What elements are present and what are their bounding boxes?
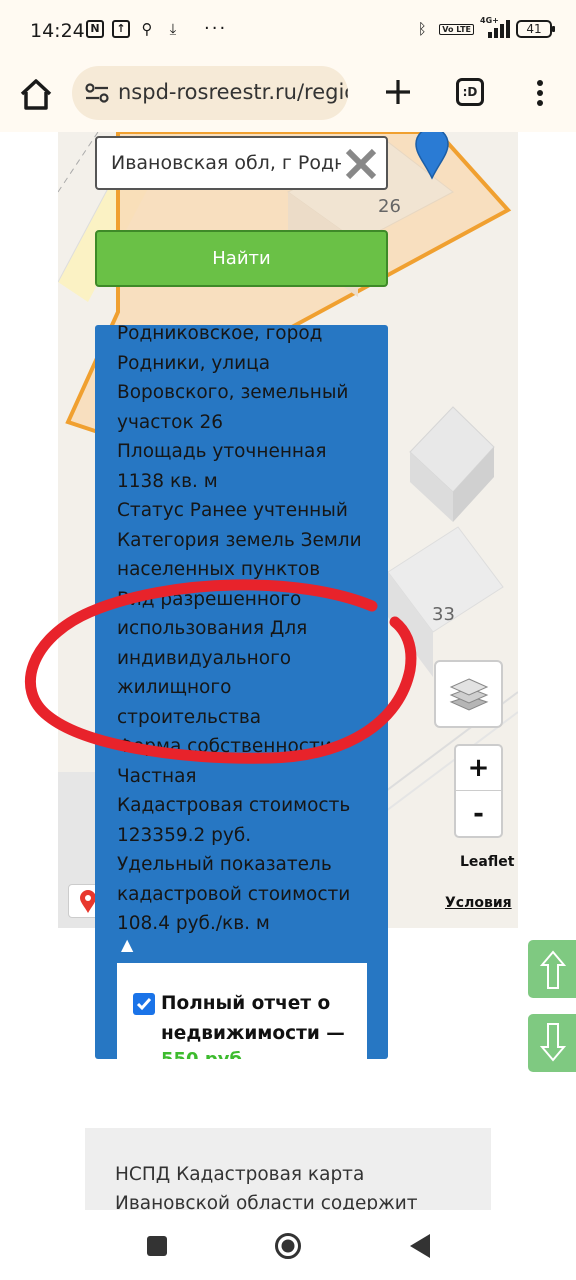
status-time: 14:24 [30, 20, 85, 42]
location-pin-icon[interactable] [412, 132, 452, 180]
parcel-info-panel[interactable]: Родниковское, город Родники, улица Воров… [95, 325, 388, 1059]
info-line: Удельный показатель [117, 854, 332, 875]
tab-switcher-button[interactable]: :D [456, 78, 484, 106]
find-button[interactable]: Найти [95, 230, 388, 287]
info-line: Вид разрешенного [117, 588, 302, 610]
checkmark-icon [136, 998, 152, 1011]
info-line: 1138 кв. м [117, 470, 218, 492]
info-line: Площадь уточненная [117, 441, 327, 462]
info-line: Родниковское, город [117, 325, 323, 344]
clear-search-icon[interactable] [343, 146, 379, 182]
info-line: Кадастровая стоимость [117, 795, 351, 816]
report-title: Полный отчет о недвижимости — [161, 993, 345, 1044]
info-line: Воровского, земельный [117, 382, 349, 403]
scroll-up-button[interactable] [528, 940, 576, 998]
plot-number-26: 26 [378, 196, 401, 217]
site-settings-icon[interactable] [84, 80, 110, 106]
address-search-input[interactable] [111, 148, 341, 178]
terms-link[interactable]: Условия [445, 895, 512, 911]
url-text: nspd-rosreestr.ru/region [118, 80, 348, 104]
home-icon[interactable] [18, 76, 54, 112]
system-navigation-bar [0, 1210, 576, 1280]
layers-icon [449, 678, 489, 711]
info-line: Форма собственности [117, 736, 332, 757]
info-line: населенных пунктов [117, 559, 321, 580]
zoom-control: + - [454, 744, 503, 838]
network-type: 4G+ [480, 16, 499, 25]
notification-icons: N ↑ ⚲ ⤓ ··· [86, 18, 228, 39]
description-section: НСПД Кадастровая карта Ивановской област… [85, 1128, 491, 1214]
info-line: 123359.2 руб. [117, 824, 252, 846]
more-notifications-icon: ··· [204, 18, 228, 39]
arrow-up-icon [540, 950, 566, 989]
parcel-info-text: Родниковское, город Родники, улица Воров… [117, 325, 373, 939]
arrow-down-icon [540, 1023, 566, 1062]
upload-icon: ↑ [112, 20, 130, 38]
plot-number-33: 33 [432, 604, 455, 625]
info-line: индивидуального [117, 647, 292, 669]
info-line: использования Для [117, 618, 308, 639]
battery-icon: 41 [516, 20, 555, 38]
info-line: Статус Ранее учтенный [117, 500, 348, 521]
new-tab-icon[interactable] [380, 74, 416, 110]
collapse-panel-icon[interactable]: ▲ [121, 935, 133, 954]
report-price: 550 руб. [161, 1049, 249, 1059]
info-line: Категория земель Земли [117, 529, 362, 551]
info-line: Родники, улица [117, 352, 271, 374]
status-bar: 14:24 N ↑ ⚲ ⤓ ··· ᛒ Vo LTE 4G+ 41 [0, 0, 576, 64]
layers-button[interactable] [434, 660, 503, 728]
bluetooth-icon: ᛒ [417, 20, 427, 38]
nfc-icon: N [86, 20, 104, 38]
recents-icon[interactable] [147, 1236, 167, 1256]
info-line: Частная [117, 765, 197, 787]
info-line: 108.4 руб./кв. м [117, 913, 270, 934]
signal-icon: 4G+ [480, 16, 510, 38]
leaflet-attribution[interactable]: Leaflet [460, 854, 514, 870]
full-report-option[interactable]: Полный отчет о недвижимости — 550 руб. [117, 963, 367, 1059]
zoom-in-button[interactable]: + [456, 746, 501, 791]
zoom-out-button[interactable]: - [456, 792, 501, 837]
home-nav-icon[interactable] [274, 1232, 302, 1260]
info-line: строительства [117, 706, 262, 728]
address-search-field[interactable] [95, 136, 388, 190]
download-icon: ⤓ [169, 20, 177, 38]
report-checkbox[interactable] [133, 993, 155, 1015]
back-nav-icon[interactable] [408, 1232, 432, 1260]
scroll-down-button[interactable] [528, 1014, 576, 1072]
volte-icon: Vo LTE [439, 23, 474, 35]
system-icons: ᛒ Vo LTE 4G+ 41 [413, 16, 555, 38]
browser-toolbar: nspd-rosreestr.ru/region :D [0, 64, 576, 132]
search-notification-icon: ⚲ [141, 20, 153, 38]
url-bar[interactable]: nspd-rosreestr.ru/region [72, 66, 348, 120]
more-menu-icon[interactable] [530, 78, 550, 108]
info-line: участок 26 [117, 411, 224, 433]
info-line: жилищного [117, 677, 232, 698]
info-line: кадастровой стоимости [117, 883, 351, 905]
